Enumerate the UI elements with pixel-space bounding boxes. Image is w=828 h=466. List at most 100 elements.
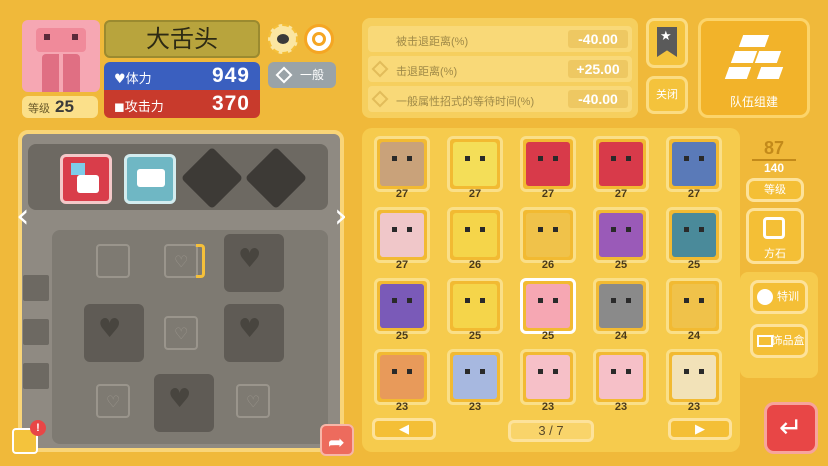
pokemon-icon bbox=[599, 355, 643, 399]
prev-page-button[interactable]: ◀ bbox=[372, 418, 436, 440]
return-arrow-icon: ↵ bbox=[779, 411, 803, 444]
pokemon-level: 23 bbox=[687, 401, 701, 413]
heart-icon: ♥ bbox=[168, 384, 192, 414]
pokemon-card[interactable] bbox=[447, 136, 503, 192]
empty-stone-slot[interactable] bbox=[180, 146, 244, 210]
bonus-row: 被击退距离(%) -40.00 bbox=[368, 26, 632, 52]
grid-slot[interactable]: ♥ bbox=[224, 304, 284, 362]
pokemon-icon bbox=[453, 142, 497, 186]
pokemon-card[interactable] bbox=[447, 278, 503, 334]
pokemon-level: 24 bbox=[614, 330, 628, 342]
pokemon-icon bbox=[380, 355, 424, 399]
attack-bar: ◼攻击力 370 bbox=[104, 90, 260, 118]
grid-slot[interactable]: ♡ bbox=[164, 244, 198, 278]
pokemon-card[interactable] bbox=[666, 349, 722, 405]
pokemon-card[interactable] bbox=[593, 136, 649, 192]
bonus-label: 击退距离(%) bbox=[396, 66, 458, 78]
grid-slot[interactable] bbox=[96, 244, 130, 278]
favorite-button[interactable]: ★ bbox=[646, 18, 688, 68]
pokemon-level: 25 bbox=[468, 330, 482, 342]
help-button[interactable]: ! bbox=[8, 420, 46, 456]
equipped-stones bbox=[28, 144, 328, 210]
chevron-right-icon[interactable]: › bbox=[334, 196, 348, 236]
bonus-value: -40.00 bbox=[568, 30, 628, 48]
skill-icon[interactable] bbox=[268, 24, 298, 54]
empty-stone-slot[interactable] bbox=[244, 146, 308, 210]
close-button[interactable]: 关闭 bbox=[646, 76, 688, 114]
grid-slot[interactable]: ♥ bbox=[84, 304, 144, 362]
pokemon-level: 23 bbox=[395, 401, 409, 413]
pokemon-level: 26 bbox=[541, 259, 555, 271]
pokemon-name: 大舌头 bbox=[104, 20, 260, 58]
heart-icon: ♡ bbox=[174, 324, 189, 343]
side-slot[interactable] bbox=[22, 318, 50, 346]
pokemon-card[interactable] bbox=[520, 136, 576, 192]
side-slot[interactable] bbox=[22, 362, 50, 390]
stone-stack-icon bbox=[724, 35, 784, 79]
pokemon-card[interactable] bbox=[520, 278, 576, 334]
pokemon-card[interactable] bbox=[593, 278, 649, 334]
share-button[interactable]: ➦ bbox=[320, 424, 354, 456]
level-badge: 等级 25 bbox=[22, 96, 98, 118]
decor-box-button[interactable]: 饰品盒 bbox=[750, 324, 808, 358]
heart-icon: ♥ bbox=[114, 72, 126, 87]
pokemon-card[interactable] bbox=[374, 278, 430, 334]
hp-stone-icon[interactable] bbox=[124, 154, 176, 204]
level-label: 等级 bbox=[28, 103, 50, 115]
bonus-panel: 被击退距离(%) -40.00 击退距离(%) +25.00 一般属性招式的等待时间… bbox=[362, 18, 638, 118]
team-build-button[interactable]: 队伍组建 bbox=[698, 18, 810, 118]
heart-icon: ♥ bbox=[238, 314, 262, 344]
bonus-row: 一般属性招式的等待时间(%) -40.00 bbox=[368, 86, 632, 112]
back-button[interactable]: ↵ bbox=[764, 402, 818, 454]
level-value: 25 bbox=[55, 97, 74, 116]
grid-slot[interactable]: ♡ bbox=[96, 384, 130, 418]
pokemon-icon bbox=[599, 284, 643, 328]
pokemon-card[interactable] bbox=[593, 207, 649, 263]
bonus-row: 击退距离(%) +25.00 bbox=[368, 56, 632, 82]
heart-icon: ♡ bbox=[174, 252, 189, 271]
pokemon-card[interactable] bbox=[520, 349, 576, 405]
pokemon-icon bbox=[599, 142, 643, 186]
pokemon-card[interactable] bbox=[520, 207, 576, 263]
grid-slot[interactable]: ♥ bbox=[154, 374, 214, 432]
chevron-left-icon[interactable]: ‹ bbox=[16, 196, 30, 236]
grid-slot[interactable]: ♡ bbox=[164, 316, 198, 350]
stone-button[interactable]: 方石 bbox=[746, 208, 804, 264]
grid-slot[interactable]: ♡ bbox=[236, 384, 270, 418]
star-icon: ★ bbox=[660, 29, 672, 44]
pokemon-icon bbox=[380, 284, 424, 328]
sort-level-button[interactable]: 等级 bbox=[746, 178, 804, 202]
pokemon-icon bbox=[380, 142, 424, 186]
pokemon-icon bbox=[526, 355, 570, 399]
side-slot[interactable] bbox=[22, 274, 50, 302]
bonus-value: -40.00 bbox=[568, 90, 628, 108]
stone-grid: ♡ ♥ ♥ ♡ ♥ ♡ ♥ ♡ bbox=[52, 230, 328, 444]
pokemon-level: 25 bbox=[687, 259, 701, 271]
pokemon-card[interactable] bbox=[374, 136, 430, 192]
search-icon[interactable] bbox=[304, 24, 334, 54]
pokemon-level: 27 bbox=[541, 188, 555, 200]
pokemon-card[interactable] bbox=[374, 207, 430, 263]
pokemon-icon bbox=[672, 355, 716, 399]
selection-bracket bbox=[196, 244, 205, 278]
pokemon-level: 25 bbox=[541, 330, 555, 342]
pokemon-card[interactable] bbox=[666, 136, 722, 192]
diamond-icon bbox=[371, 60, 389, 78]
pokemon-card[interactable] bbox=[666, 278, 722, 334]
grid-slot[interactable]: ♥ bbox=[224, 234, 284, 292]
pokemon-card[interactable] bbox=[447, 349, 503, 405]
box-count: 87 140 bbox=[752, 138, 796, 178]
pokemon-level: 25 bbox=[614, 259, 628, 271]
attack-label: ◼攻击力 bbox=[114, 100, 164, 115]
pokemon-icon bbox=[453, 355, 497, 399]
next-page-button[interactable]: ▶ bbox=[668, 418, 732, 440]
pokemon-level: 24 bbox=[687, 330, 701, 342]
pokemon-card[interactable] bbox=[666, 207, 722, 263]
pokemon-card[interactable] bbox=[447, 207, 503, 263]
fist-icon: ◼ bbox=[114, 100, 125, 115]
pokemon-card[interactable] bbox=[374, 349, 430, 405]
heart-icon: ♥ bbox=[98, 314, 122, 344]
training-button[interactable]: 特训 bbox=[750, 280, 808, 314]
pokemon-card[interactable] bbox=[593, 349, 649, 405]
attack-stone-icon[interactable] bbox=[60, 154, 112, 204]
